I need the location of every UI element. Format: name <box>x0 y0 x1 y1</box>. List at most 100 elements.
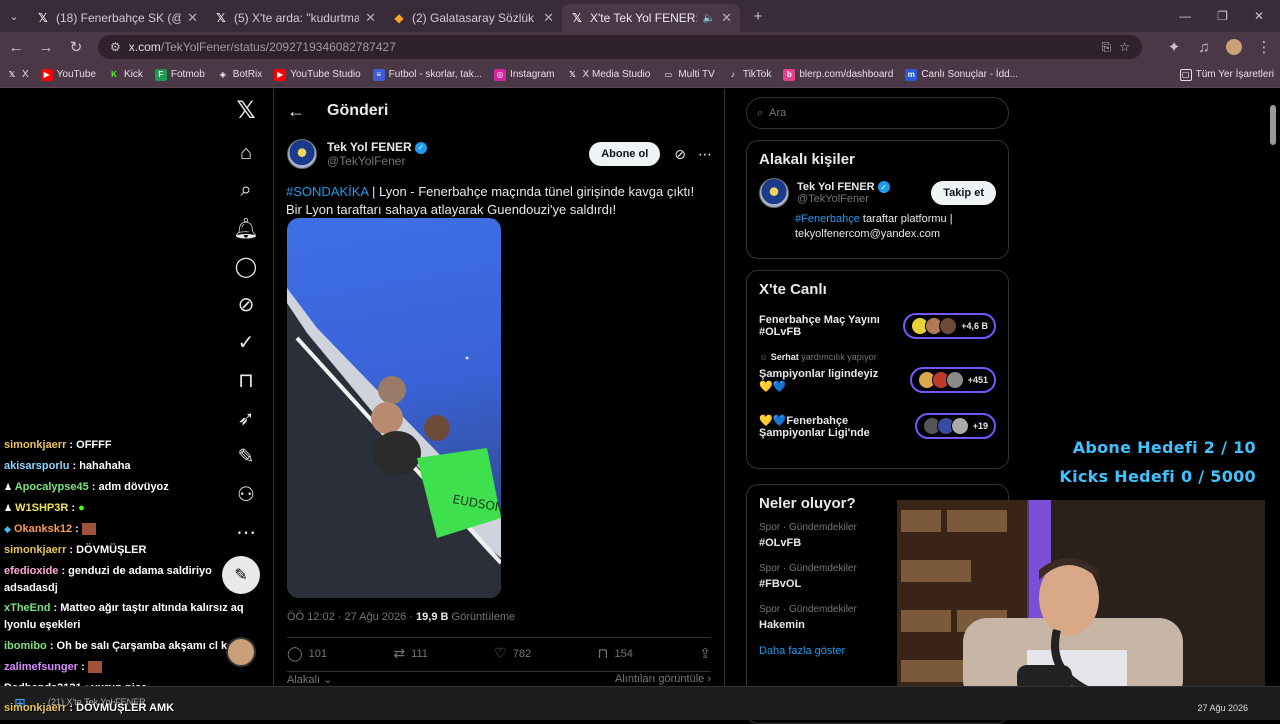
install-icon[interactable]: ⎘ <box>1102 40 1112 55</box>
bookmark-item[interactable]: ▶ YouTube Studio <box>274 68 361 81</box>
share-button[interactable]: ⇪ <box>699 645 711 662</box>
all-bookmarks[interactable]: ▢ Tüm Yer İşaretleri <box>1179 68 1274 81</box>
new-tab-icon[interactable]: + <box>750 8 766 25</box>
bookmark-item[interactable]: b blerp.com/dashboard <box>783 68 893 81</box>
drafts-icon[interactable]: ✎ <box>228 441 264 471</box>
close-tab-icon[interactable]: ✕ <box>365 10 376 26</box>
bookmark-item[interactable]: ≡ Futbol - skorlar, tak... <box>372 68 482 81</box>
card-title: Alakalı kişiler <box>759 151 855 168</box>
page-scrollbar[interactable] <box>1270 91 1278 711</box>
bookmark-item[interactable]: 𝕏X Media Studio <box>567 69 650 81</box>
follow-button[interactable]: Takip et <box>931 181 996 205</box>
bookmark-button[interactable]: ⊓ 154 <box>598 645 633 662</box>
notifications-icon[interactable]: 🔔︎ <box>228 213 264 243</box>
live-listeners-pill[interactable]: +19 <box>914 413 996 439</box>
back-icon[interactable]: ← <box>8 39 24 56</box>
like-button[interactable]: ♡ 782 <box>494 645 531 662</box>
more-icon[interactable]: ⋯ <box>228 517 264 547</box>
extensions-icon[interactable]: ✦ <box>1166 38 1182 56</box>
x-logo-icon[interactable]: 𝕏 <box>228 95 264 125</box>
live-listeners-pill[interactable]: +4,6 B <box>903 313 996 339</box>
messages-icon[interactable]: ◯ <box>228 251 264 281</box>
close-tab-icon[interactable]: ✕ <box>543 10 554 26</box>
bookmark-item[interactable]: ▶ YouTube <box>40 68 96 81</box>
back-arrow-icon[interactable]: ← <box>287 101 305 122</box>
fotmob-icon: F <box>154 68 167 81</box>
live-card: X'te Canlı Fenerbahçe Maç Yayını #OLvFB +… <box>746 270 1009 469</box>
x-icon: 𝕏 <box>572 11 582 25</box>
browser-tab[interactable]: 𝕏 (5) X'te arda: "kudurtmaya bak ✕ <box>206 4 384 32</box>
video-frame: EUDSON <box>287 288 501 598</box>
instagram-icon: ◎ <box>494 68 507 81</box>
bookmark-item[interactable]: ◎ Instagram <box>494 68 555 81</box>
view-quotes-link[interactable]: Alıntıları görüntüle › <box>615 673 711 686</box>
grok-icon[interactable]: ⊘ <box>228 289 264 319</box>
maximize-icon[interactable]: ❐ <box>1217 9 1228 23</box>
hashtag-link[interactable]: #SONDAKİKA <box>286 184 368 199</box>
post-video[interactable]: EUDSON <box>287 218 501 598</box>
browser-tab-active[interactable]: 𝕏 X'te Tek Yol FENER: "#SOND 🔈 ✕ <box>562 4 740 32</box>
live-space-item[interactable]: Şampiyonlar ligindeyiz 💛💙 +451 <box>747 362 1008 398</box>
bookmark-item[interactable]: ◈ BotRix <box>217 69 263 81</box>
share-icon: ⇪ <box>699 645 711 661</box>
card-title: X'te Canlı <box>759 281 827 298</box>
compose-post-button[interactable]: ✎ <box>222 556 260 594</box>
emote-icon: ● <box>78 502 85 514</box>
reply-button[interactable]: ◯ 101 <box>287 645 327 662</box>
related-people-card: Alakalı kişiler Tek Yol FENER ✓ @TekYolF… <box>746 140 1009 259</box>
bookmark-item[interactable]: F Fotmob <box>154 68 205 81</box>
search-input[interactable]: ⌕ Ara <box>746 97 1009 129</box>
profile-icon[interactable]: ⚇ <box>228 479 264 509</box>
author-name[interactable]: Tek Yol FENER <box>327 140 412 154</box>
bookmark-item[interactable]: ▭ Multi TV <box>662 69 715 81</box>
browser-tab[interactable]: ◆ (2) Galatasaray Sözlük ✕ <box>384 4 562 32</box>
bookmark-item[interactable]: K Kick <box>108 69 143 81</box>
media-control-icon[interactable]: ♫ <box>1196 39 1212 56</box>
speaker-icon[interactable]: 🔈 <box>703 13 715 24</box>
chevron-right-icon: › <box>707 673 711 685</box>
related-handle[interactable]: @TekYolFener <box>797 193 925 205</box>
grok-explain-icon[interactable]: ⊘ <box>674 146 686 163</box>
chat-message: efedioxide : genduzi de adama saldiriyo <box>4 565 212 577</box>
close-tab-icon[interactable]: ✕ <box>721 10 732 26</box>
live-listeners-pill[interactable]: +451 <box>909 367 996 393</box>
bookmark-item[interactable]: m Canlı Sonuçlar - İdd... <box>905 68 1018 81</box>
reply-sort-dropdown[interactable]: Alakalı ⌄ <box>287 673 332 686</box>
browser-tab[interactable]: 𝕏 (18) Fenerbahçe SK (@Fenerba ✕ <box>28 4 206 32</box>
forward-icon[interactable]: → <box>38 39 54 56</box>
bookmark-item[interactable]: ♪ TikTok <box>727 69 772 81</box>
minimize-icon[interactable]: — <box>1179 9 1191 23</box>
close-tab-icon[interactable]: ✕ <box>187 10 198 26</box>
site-info-icon[interactable]: ⚙ <box>110 40 121 54</box>
related-name[interactable]: Tek Yol FENER <box>797 181 875 193</box>
verified-orgs-icon[interactable]: ✓ <box>228 327 264 357</box>
profile-avatar[interactable] <box>1226 39 1242 55</box>
home-icon[interactable]: ⌂ <box>228 138 264 168</box>
heart-icon: ♡ <box>494 645 507 661</box>
post-timestamp: ÖÖ 12:02 · 27 Ağu 2026 · 19,9 B Görüntül… <box>287 611 516 623</box>
repost-button[interactable]: ⇄ 111 <box>393 645 427 662</box>
menu-icon[interactable]: ⋮ <box>1256 38 1272 56</box>
post-more-icon[interactable]: ⋯ <box>698 146 712 163</box>
live-space-item[interactable]: Fenerbahçe Maç Yayını #OLvFB +4,6 B <box>747 308 1008 344</box>
kicks-goal: Kicks Hedefi 0 / 5000 <box>1059 467 1256 486</box>
hashtag-link[interactable]: #Fenerbahçe <box>795 213 860 225</box>
live-space-item[interactable]: 💛💙Fenerbahçe Şampiyonlar Ligi'nde +19 <box>747 408 1008 444</box>
x-icon: 𝕏 <box>216 11 226 25</box>
subscribe-button[interactable]: Abone ol <box>589 142 661 166</box>
related-avatar[interactable] <box>759 178 789 208</box>
tab-list-icon[interactable]: ⌄ <box>0 10 28 23</box>
rocket-icon[interactable]: ➶ <box>228 403 264 433</box>
close-window-icon[interactable]: ✕ <box>1254 9 1264 23</box>
author-avatar[interactable] <box>287 139 317 169</box>
bookmark-item[interactable]: 𝕏X <box>6 69 29 81</box>
bookmarks-icon[interactable]: ⊓ <box>228 365 264 395</box>
webcam-overlay <box>897 500 1265 704</box>
reload-icon[interactable]: ↻ <box>68 38 84 56</box>
browser-tab-strip: ⌄ 𝕏 (18) Fenerbahçe SK (@Fenerba ✕ 𝕏 (5)… <box>0 0 1280 32</box>
author-handle[interactable]: @TekYolFener <box>327 154 583 168</box>
bookmark-star-icon[interactable]: ☆ <box>1119 40 1130 54</box>
post-actions: ◯ 101 ⇄ 111 ♡ 782 ⊓ 154 ⇪ <box>287 645 711 662</box>
url-input[interactable]: ⚙ x.com/TekYolFener/status/2092719346082… <box>98 35 1142 59</box>
explore-search-icon[interactable]: ⌕ <box>228 175 264 205</box>
